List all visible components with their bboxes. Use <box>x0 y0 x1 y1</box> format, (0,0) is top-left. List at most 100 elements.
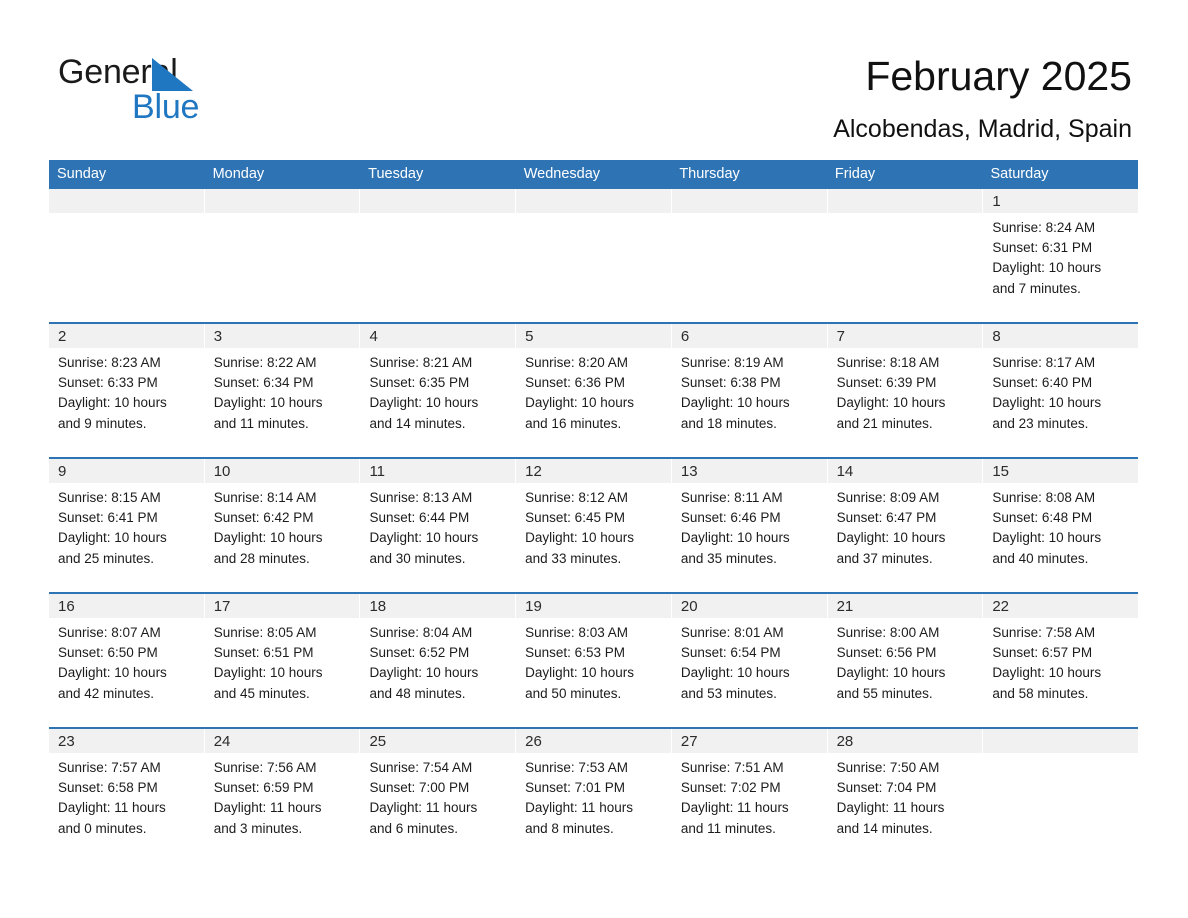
day-cell[interactable]: 16 Sunrise: 8:07 AM Sunset: 6:50 PM Dayl… <box>49 594 205 727</box>
sunrise-text: Sunrise: 8:05 AM <box>213 625 317 640</box>
day-cell[interactable]: 8 Sunrise: 8:17 AM Sunset: 6:40 PM Dayli… <box>983 324 1139 457</box>
sunset-text: Sunset: 6:35 PM <box>369 375 470 391</box>
day-cell[interactable]: 22 Sunrise: 7:58 AM Sunset: 6:57 PM Dayl… <box>983 594 1139 727</box>
sunset-text: Sunset: 6:47 PM <box>836 510 937 526</box>
day-cell[interactable]: 7 Sunrise: 8:18 AM Sunset: 6:39 PM Dayli… <box>827 324 984 457</box>
day-number: 4 <box>360 324 516 348</box>
page-header: General Blue February 2025 Alcobendas, M… <box>0 0 1188 160</box>
daylight-text-line2: and 23 minutes. <box>992 415 1089 431</box>
daylight-text-line2: and 30 minutes. <box>369 550 466 566</box>
daylight-text-line2: and 58 minutes. <box>992 685 1089 701</box>
day-number: 11 <box>360 459 516 483</box>
day-cell[interactable]: 6 Sunrise: 8:19 AM Sunset: 6:38 PM Dayli… <box>671 324 828 457</box>
sunrise-text: Sunrise: 7:58 AM <box>992 625 1096 640</box>
daylight-text-line2: and 40 minutes. <box>992 550 1089 566</box>
day-cell[interactable]: 21 Sunrise: 8:00 AM Sunset: 6:56 PM Dayl… <box>827 594 984 727</box>
day-cell[interactable]: 24 Sunrise: 7:56 AM Sunset: 6:59 PM Dayl… <box>204 729 361 862</box>
day-cell[interactable]: 14 Sunrise: 8:09 AM Sunset: 6:47 PM Dayl… <box>827 459 984 592</box>
day-number <box>983 729 1139 753</box>
sunset-text: Sunset: 6:31 PM <box>992 240 1093 256</box>
daylight-text-line1: Daylight: 10 hours <box>680 665 790 681</box>
weekday-header-monday: Monday <box>212 166 265 182</box>
daylight-text-line2: and 16 minutes. <box>525 415 622 431</box>
daylight-text-line2: and 53 minutes. <box>680 685 777 701</box>
brand-name-blue: Blue <box>132 88 200 126</box>
day-details: Sunrise: 8:13 AM Sunset: 6:44 PM Dayligh… <box>360 483 515 569</box>
weekday-header-friday: Friday <box>834 166 876 182</box>
sunset-text: Sunset: 7:00 PM <box>369 780 470 796</box>
day-cell[interactable] <box>204 189 361 322</box>
calendar-page: General Blue February 2025 Alcobendas, M… <box>0 0 1188 918</box>
daylight-text-line1: Daylight: 11 hours <box>525 800 633 816</box>
day-number: 9 <box>49 459 204 483</box>
daylight-text-line1: Daylight: 10 hours <box>992 530 1102 546</box>
day-details <box>828 213 983 218</box>
day-cell[interactable] <box>671 189 828 322</box>
day-details: Sunrise: 8:04 AM Sunset: 6:52 PM Dayligh… <box>360 618 515 704</box>
daylight-text-line1: Daylight: 10 hours <box>58 395 167 411</box>
day-number: 14 <box>827 459 983 483</box>
page-subtitle: Alcobendas, Madrid, Spain <box>833 115 1132 143</box>
day-cell[interactable]: 27 Sunrise: 7:51 AM Sunset: 7:02 PM Dayl… <box>671 729 828 862</box>
daylight-text-line1: Daylight: 10 hours <box>369 665 479 681</box>
day-cell[interactable]: 25 Sunrise: 7:54 AM Sunset: 7:00 PM Dayl… <box>360 729 517 862</box>
day-cell[interactable]: 15 Sunrise: 8:08 AM Sunset: 6:48 PM Dayl… <box>983 459 1139 592</box>
sunset-text: Sunset: 7:04 PM <box>836 780 937 796</box>
sunset-text: Sunset: 6:40 PM <box>992 375 1093 391</box>
day-details: Sunrise: 8:03 AM Sunset: 6:53 PM Dayligh… <box>516 618 671 704</box>
sunrise-text: Sunrise: 8:11 AM <box>680 490 783 505</box>
daylight-text-line2: and 18 minutes. <box>680 415 777 431</box>
day-cell[interactable] <box>827 189 984 322</box>
sunset-text: Sunset: 6:57 PM <box>992 645 1093 661</box>
sunset-text: Sunset: 6:41 PM <box>58 510 158 526</box>
day-cell[interactable]: 3 Sunrise: 8:22 AM Sunset: 6:34 PM Dayli… <box>204 324 361 457</box>
day-cell[interactable]: 20 Sunrise: 8:01 AM Sunset: 6:54 PM Dayl… <box>671 594 828 727</box>
day-cell[interactable]: 2 Sunrise: 8:23 AM Sunset: 6:33 PM Dayli… <box>49 324 205 457</box>
day-cell[interactable]: 28 Sunrise: 7:50 AM Sunset: 7:04 PM Dayl… <box>827 729 984 862</box>
sunrise-text: Sunrise: 8:13 AM <box>369 490 473 505</box>
day-details <box>49 213 204 218</box>
sunrise-text: Sunrise: 8:12 AM <box>525 490 628 505</box>
day-cell[interactable]: 10 Sunrise: 8:14 AM Sunset: 6:42 PM Dayl… <box>204 459 361 592</box>
daylight-text-line1: Daylight: 10 hours <box>836 395 946 411</box>
day-cell[interactable]: 9 Sunrise: 8:15 AM Sunset: 6:41 PM Dayli… <box>49 459 205 592</box>
sunset-text: Sunset: 6:44 PM <box>369 510 470 526</box>
day-cell[interactable]: 17 Sunrise: 8:05 AM Sunset: 6:51 PM Dayl… <box>204 594 361 727</box>
day-number: 16 <box>49 594 204 618</box>
day-details: Sunrise: 8:21 AM Sunset: 6:35 PM Dayligh… <box>360 348 515 434</box>
calendar-grid: Sunday Monday Tuesday Wednesday Thursday… <box>49 160 1139 862</box>
day-number: 27 <box>671 729 827 753</box>
day-cell[interactable]: 12 Sunrise: 8:12 AM Sunset: 6:45 PM Dayl… <box>516 459 672 592</box>
day-cell[interactable]: 5 Sunrise: 8:20 AM Sunset: 6:36 PM Dayli… <box>516 324 672 457</box>
day-cell[interactable]: 11 Sunrise: 8:13 AM Sunset: 6:44 PM Dayl… <box>360 459 517 592</box>
sunrise-text: Sunrise: 8:04 AM <box>369 625 473 640</box>
day-details: Sunrise: 8:19 AM Sunset: 6:38 PM Dayligh… <box>672 348 827 434</box>
weekday-header-sunday: Sunday <box>57 166 107 182</box>
day-number <box>827 189 983 213</box>
day-cell[interactable]: 19 Sunrise: 8:03 AM Sunset: 6:53 PM Dayl… <box>516 594 672 727</box>
sunrise-text: Sunrise: 8:23 AM <box>58 355 161 370</box>
day-cell[interactable]: 13 Sunrise: 8:11 AM Sunset: 6:46 PM Dayl… <box>671 459 828 592</box>
day-cell[interactable] <box>516 189 672 322</box>
day-cell[interactable]: 18 Sunrise: 8:04 AM Sunset: 6:52 PM Dayl… <box>360 594 517 727</box>
day-number: 1 <box>983 189 1139 213</box>
day-cell[interactable]: 1 Sunrise: 8:24 AM Sunset: 6:31 PM Dayli… <box>983 189 1139 322</box>
day-cell[interactable] <box>983 729 1139 862</box>
day-details: Sunrise: 8:01 AM Sunset: 6:54 PM Dayligh… <box>672 618 827 704</box>
brand-logo[interactable]: General Blue <box>58 52 398 132</box>
day-cell[interactable]: 26 Sunrise: 7:53 AM Sunset: 7:01 PM Dayl… <box>516 729 672 862</box>
daylight-text-line1: Daylight: 10 hours <box>369 395 479 411</box>
day-cell[interactable] <box>49 189 205 322</box>
sunrise-text: Sunrise: 7:57 AM <box>58 760 161 775</box>
day-cell[interactable]: 23 Sunrise: 7:57 AM Sunset: 6:58 PM Dayl… <box>49 729 205 862</box>
day-details: Sunrise: 7:58 AM Sunset: 6:57 PM Dayligh… <box>983 618 1138 704</box>
day-cell[interactable]: 4 Sunrise: 8:21 AM Sunset: 6:35 PM Dayli… <box>360 324 517 457</box>
daylight-text-line2: and 21 minutes. <box>836 415 933 431</box>
daylight-text-line1: Daylight: 10 hours <box>680 530 790 546</box>
daylight-text-line2: and 14 minutes. <box>836 820 933 836</box>
day-cell[interactable] <box>360 189 517 322</box>
day-number: 26 <box>516 729 671 753</box>
daylight-text-line2: and 48 minutes. <box>369 685 466 701</box>
day-details: Sunrise: 8:23 AM Sunset: 6:33 PM Dayligh… <box>49 348 204 434</box>
daylight-text-line1: Daylight: 10 hours <box>213 395 323 411</box>
